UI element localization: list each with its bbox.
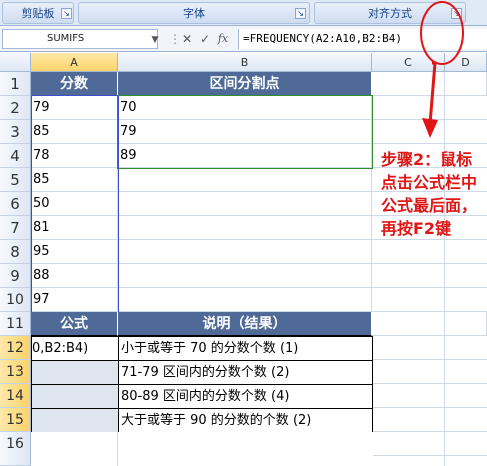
clipboard-group[interactable]: 剪贴板 ↘ [2,2,74,24]
column-header-a[interactable]: A [31,53,118,72]
row-header[interactable]: 6 [0,192,31,216]
cell-a15[interactable] [31,408,119,433]
row-header[interactable]: 16 [0,432,31,466]
header-cell-score[interactable]: 分数 [31,72,118,96]
row-header[interactable]: 10 [0,288,31,312]
clipboard-group-label: 剪贴板 [21,7,55,20]
font-group[interactable]: 字体 ↘ [78,2,310,24]
row-header[interactable]: 3 [0,120,31,144]
font-group-label: 字体 [183,7,205,20]
active-cell-a12[interactable]: 0,B2:B4) [31,336,119,361]
cell-b6[interactable] [118,192,372,216]
description-cell[interactable]: 小于或等于 70 的分数个数 (1) [118,336,373,361]
empty-row-16[interactable] [31,432,373,466]
description-cell[interactable]: 71-79 区间内的分数个数 (2) [118,360,373,385]
chevron-down-icon[interactable]: ▼ [146,31,164,49]
row-header[interactable]: 2 [0,96,31,120]
row-header[interactable]: 9 [0,264,31,288]
header-cell-description[interactable]: 说明（结果） [118,312,372,336]
cell-a13[interactable] [31,360,119,385]
empty-cells-cd-lower[interactable] [373,336,487,466]
cell-c11[interactable] [372,312,445,336]
dialog-launcher-icon[interactable]: ↘ [295,8,306,19]
row-header[interactable]: 7 [0,216,31,240]
cell-b5[interactable] [118,168,372,192]
cell-b8[interactable] [118,240,372,264]
row-header[interactable]: 1 [0,72,31,96]
alignment-group-label: 对齐方式 [368,7,412,20]
description-cell[interactable]: 80-89 区间内的分数个数 (4) [118,384,373,409]
dialog-launcher-icon[interactable]: ↘ [61,8,72,19]
cell-b7[interactable] [118,216,372,240]
reference-range-a2-a10 [31,95,119,321]
cell-d11[interactable] [445,312,487,336]
cancel-icon[interactable]: ✕ [178,30,196,48]
cell-b9[interactable] [118,264,372,288]
cell-b10[interactable] [118,288,372,312]
row-header[interactable]: 13 [0,360,31,384]
cell-a14[interactable] [31,384,119,409]
row-header[interactable]: 4 [0,144,31,168]
column-header-b[interactable]: B [118,53,372,72]
insert-function-icon[interactable]: fx [214,30,232,48]
step-annotation-text: 步骤2：鼠标点击公式栏中公式最后面，再按F2键 [381,150,478,238]
row-header[interactable]: 14 [0,384,31,408]
header-cell-breakpoints[interactable]: 区间分割点 [118,72,372,96]
name-box[interactable]: SUMIFS [2,29,158,49]
description-cell[interactable]: 大于或等于 90 的分数的个数 (2) [118,408,373,433]
row-header[interactable]: 15 [0,408,31,432]
gridline [444,312,445,466]
annotation-arrow-icon [420,1,464,138]
enter-check-icon[interactable]: ✓ [196,30,214,48]
row-header[interactable]: 12 [0,336,31,360]
reference-range-b2-b4 [117,95,373,169]
row-header[interactable]: 5 [0,168,31,192]
row-header[interactable]: 8 [0,240,31,264]
header-cell-formula[interactable]: 公式 [31,312,118,336]
select-all-corner[interactable] [0,53,31,72]
row-header[interactable]: 11 [0,312,31,336]
